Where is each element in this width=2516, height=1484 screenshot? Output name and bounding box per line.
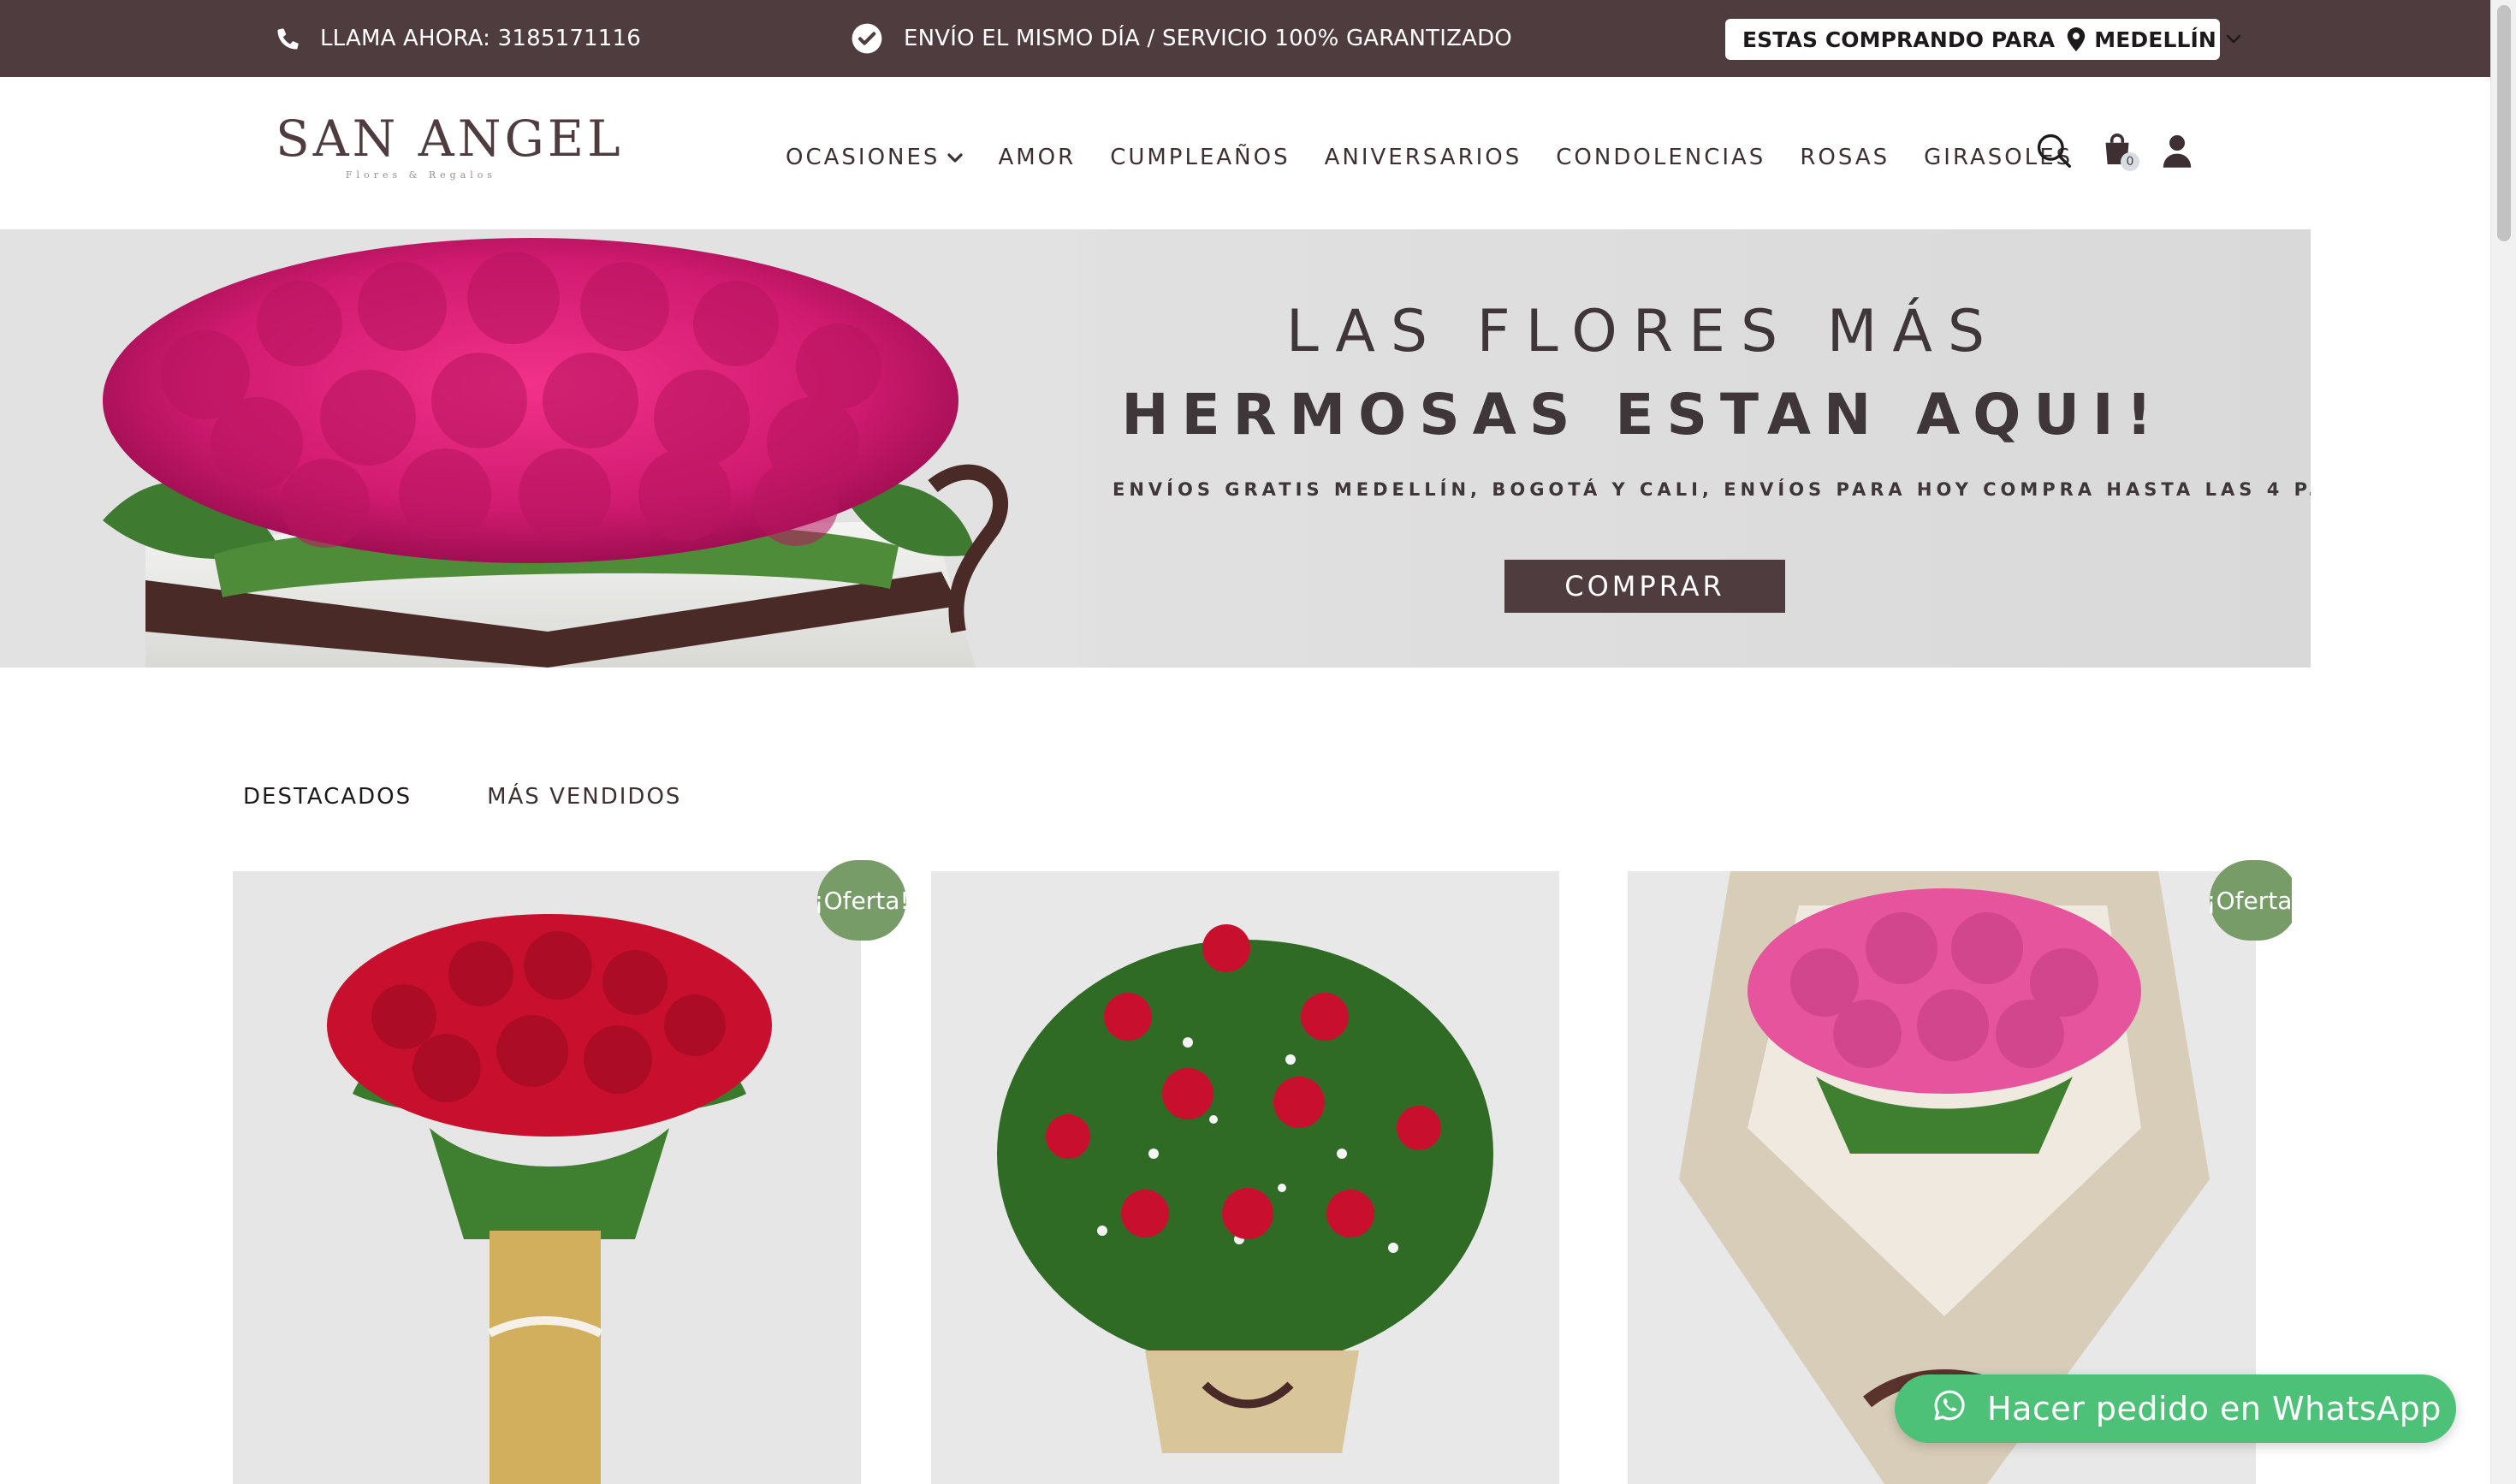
city-prefix: ESTAS COMPRANDO PARA	[1742, 27, 2056, 52]
top-announcement-bar: LLAMA AHORA: 3185171116 ENVÍO EL MISMO D…	[0, 0, 2490, 77]
city-selector[interactable]: ESTAS COMPRANDO PARA MEDELLÍN	[1725, 19, 2241, 60]
cart-button[interactable]: 0	[2102, 132, 2139, 171]
banner-heading-line2: HERMOSAS ESTAN AQUI!	[1121, 382, 2165, 448]
call-now-link[interactable]: LLAMA AHORA: 3185171116	[276, 0, 641, 77]
nav-label-aniversarios: ANIVERSARIOS	[1324, 145, 1522, 170]
tab-destacados[interactable]: DESTACADOS	[243, 784, 412, 810]
nav-label-condolencias: CONDOLENCIAS	[1556, 145, 1766, 170]
sale-badge: ¡Oferta!	[814, 860, 910, 941]
cart-count-badge: 0	[2121, 152, 2139, 171]
header-actions: 0	[2035, 130, 2193, 171]
tab-mas-vendidos[interactable]: MÁS VENDIDOS	[487, 784, 681, 810]
city-name: MEDELLÍN	[2094, 27, 2216, 52]
page-viewport: LLAMA AHORA: 3185171116 ENVÍO EL MISMO D…	[0, 0, 2490, 1484]
nav-item-condolencias[interactable]: CONDOLENCIAS	[1556, 145, 1765, 170]
logo-wordmark: SAN ANGEL	[276, 110, 624, 168]
shipping-notice: ENVÍO EL MISMO DÍA / SERVICIO 100% GARAN…	[851, 0, 1512, 77]
site-logo[interactable]: SAN ANGEL Flores & Regalos	[276, 110, 624, 190]
nav-item-rosas[interactable]: ROSAS	[1800, 145, 1890, 170]
user-account-icon[interactable]	[2162, 134, 2193, 168]
nav-item-amor[interactable]: AMOR	[998, 145, 1076, 170]
rose-arrangement-box-image	[931, 871, 1559, 1484]
product-card-2[interactable]	[931, 871, 1559, 1484]
sale-badge: ¡Oferta!	[2210, 860, 2292, 941]
scrollbar-thumb[interactable]	[2497, 5, 2511, 241]
main-navigation: OCASIONES AMOR CUMPLEAÑOS ANIVERSARIOS C…	[786, 140, 2073, 175]
site-header: SAN ANGEL Flores & Regalos OCASIONES AMO…	[0, 77, 2490, 229]
check-circle-icon	[851, 22, 904, 55]
shipping-text: ENVÍO EL MISMO DÍA / SERVICIO 100% GARAN…	[904, 26, 1512, 51]
whatsapp-icon	[1932, 1388, 1987, 1430]
nav-item-ocasiones[interactable]: OCASIONES	[786, 145, 964, 170]
chevron-down-icon	[2225, 33, 2242, 45]
rose-box-image	[0, 229, 1078, 668]
nav-label-cumpleanos: CUMPLEAÑOS	[1110, 145, 1291, 170]
product-card-1[interactable]	[233, 871, 861, 1484]
banner-subtitle: ENVÍOS GRATIS MEDELLÍN, BOGOTÁ Y CALI, E…	[1113, 479, 2311, 500]
location-pin-icon	[2067, 27, 2086, 51]
whatsapp-order-button[interactable]: Hacer pedido en WhatsApp	[1895, 1374, 2456, 1443]
phone-icon	[276, 26, 320, 51]
chevron-down-icon	[940, 145, 964, 170]
nav-item-aniversarios[interactable]: ANIVERSARIOS	[1325, 145, 1522, 170]
nav-item-cumpleanos[interactable]: CUMPLEAÑOS	[1110, 145, 1290, 170]
search-icon[interactable]	[2035, 132, 2073, 169]
logo-tagline: Flores & Regalos	[345, 169, 497, 181]
nav-label-amor: AMOR	[998, 145, 1077, 170]
phone-text: LLAMA AHORA: 3185171116	[320, 26, 642, 51]
shop-now-button[interactable]: COMPRAR	[1504, 560, 1785, 613]
product-tabs: DESTACADOS MÁS VENDIDOS	[243, 784, 757, 810]
nav-label-ocasiones: OCASIONES	[786, 145, 941, 170]
red-roses-vase-image	[233, 871, 861, 1484]
banner-heading-line1: LAS FLORES MÁS	[1285, 298, 2001, 365]
whatsapp-label: Hacer pedido en WhatsApp	[1987, 1390, 2442, 1428]
sale-badge-clip: ¡Oferta!	[2210, 860, 2292, 941]
hero-banner[interactable]: LAS FLORES MÁS HERMOSAS ESTAN AQUI! ENVÍ…	[0, 229, 2311, 668]
nav-label-rosas: ROSAS	[1800, 145, 1890, 170]
